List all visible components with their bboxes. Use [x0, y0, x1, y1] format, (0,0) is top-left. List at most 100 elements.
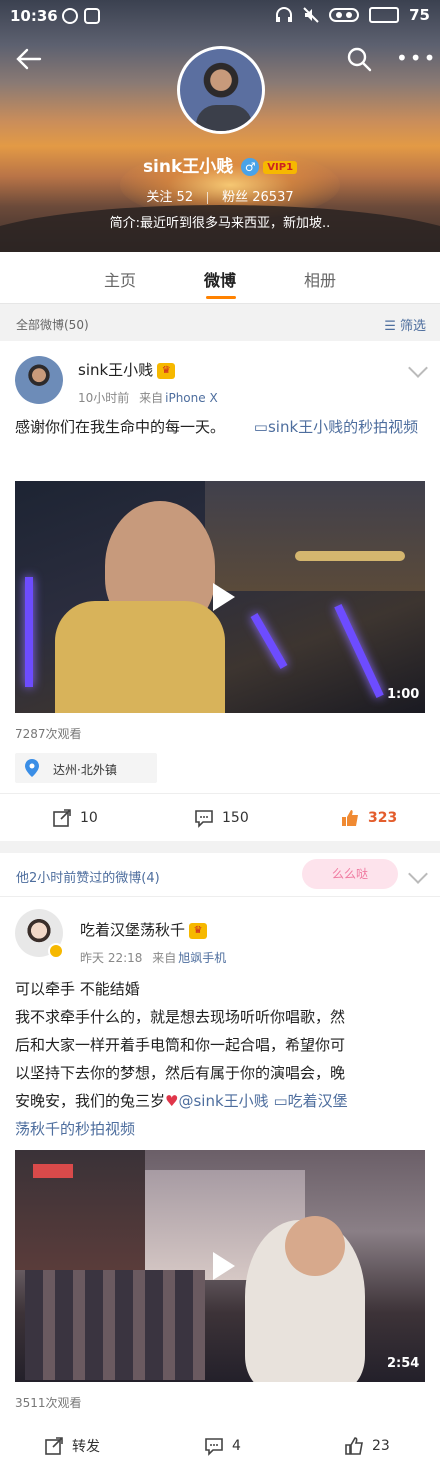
comment-count: 150 [222, 810, 249, 826]
status-right: 75 [275, 6, 430, 24]
chevron-down-icon[interactable] [408, 358, 428, 378]
profile-bio[interactable]: 简介:最近听到很多马来西亚，新加坡.. [0, 212, 440, 231]
status-time: 10:36 [10, 7, 58, 25]
battery-icon [369, 7, 400, 23]
profile-tabs: 主页 微博 相册 [0, 252, 440, 304]
tab-album[interactable]: 相册 [304, 267, 336, 291]
following-count: 52 [176, 190, 194, 205]
play-icon[interactable] [213, 583, 235, 611]
post-line-text: 安晚安，我们的兔三岁 [15, 1092, 166, 1110]
weibo-status-icon [62, 8, 78, 24]
status-bar: 10:36 75 [0, 0, 440, 32]
repost-icon [45, 1437, 63, 1455]
comment-button[interactable]: 4 [204, 1436, 241, 1456]
post-meta: 10小时前 来自 iPhone X [78, 389, 218, 406]
repost-label: 转发 [72, 1439, 100, 1455]
thumbs-up-icon [345, 1437, 363, 1455]
filter-button[interactable]: ☰ 筛选 [384, 315, 426, 334]
followers-label: 粉丝 [222, 190, 249, 205]
video-player[interactable]: 1:00 [15, 481, 425, 713]
vip-badge[interactable]: VIP1 [263, 160, 298, 174]
vip-crown-icon: ♛ [157, 362, 176, 379]
view-count: 7287次观看 [15, 727, 82, 741]
notification-status-icon [84, 8, 100, 24]
liked-section-title: 他2小时前赞过的微博(4) [16, 871, 160, 886]
all-posts-label[interactable]: 全部微博(50) [16, 316, 89, 333]
post-line: 我不求牵手什么的，就是想去现场听听你唱歌，然 [15, 1008, 346, 1026]
video-link-label: sink王小贱的秒拍视频 [267, 418, 419, 436]
liked-section-header[interactable]: 他2小时前赞过的微博(4) 么么哒 [0, 853, 440, 897]
post-line: 后和大家一样开着手电筒和你一起合唱，希望你可 [15, 1036, 346, 1054]
glowstick [334, 603, 384, 699]
liked-post-card: 吃着汉堡荡秋千 ♛ 昨天 22:18 来自 旭飒手机 可以牵手 不能结婚 我不求牵手… [0, 897, 440, 1464]
vr-glasses-icon [329, 8, 360, 22]
headphone-icon [276, 7, 293, 22]
thumbs-up-icon [342, 810, 358, 826]
back-arrow-icon[interactable] [14, 44, 44, 74]
filter-label: 筛选 [399, 319, 426, 334]
chevron-down-icon[interactable] [408, 864, 428, 884]
post-text: 感谢你们在我生命中的每一天。 ▭sink王小贱的秒拍视频 [15, 413, 425, 441]
repost-button[interactable]: 转发 [44, 1436, 100, 1456]
post-author-name[interactable]: 吃着汉堡荡秋千 [80, 921, 185, 939]
post-source[interactable]: iPhone X [165, 391, 218, 405]
post-source-prefix: 来自 [139, 391, 164, 405]
vip-crown-icon: ♛ [189, 922, 208, 939]
glowstick [250, 613, 288, 669]
post-meta: 昨天 22:18 来自 旭飒手机 [80, 949, 226, 966]
video-link-continued[interactable]: 荡秋千的秒拍视频 [15, 1115, 425, 1143]
location-pin-icon [25, 759, 39, 777]
following-link[interactable]: 关注 52 [146, 190, 193, 205]
repost-button[interactable]: 10 [52, 808, 98, 828]
post-line: 可以牵手 不能结婚 [15, 980, 140, 998]
post-source-prefix: 来自 [152, 951, 177, 965]
profile-header: 10:36 75 ••• sink王小贱 ♂ VIP1 关注 52 粉丝 26537 … [0, 0, 440, 252]
follow-stats: 关注 52 粉丝 26537 [0, 186, 440, 205]
location-name: 达州·北外镇 [53, 763, 117, 777]
profile-avatar[interactable] [177, 46, 265, 134]
video-crowd [25, 1270, 205, 1380]
post-actions: 10 150 323 [0, 793, 440, 843]
video-duration: 1:00 [387, 687, 420, 702]
post-author-row: 吃着汉堡荡秋千 ♛ [80, 919, 208, 940]
comment-icon [205, 1438, 223, 1456]
like-count: 323 [368, 810, 398, 826]
more-options-icon[interactable]: ••• [396, 48, 437, 68]
post-author-row: sink王小贱 ♛ [78, 359, 176, 380]
video-link-label: 吃着汉堡 [287, 1092, 348, 1110]
post-time: 昨天 22:18 [80, 951, 143, 965]
video-link[interactable]: ▭sink王小贱的秒拍视频 [254, 418, 418, 436]
post-author-avatar[interactable] [15, 356, 63, 404]
active-tab-indicator [206, 296, 236, 299]
like-button[interactable]: 23 [344, 1436, 390, 1456]
like-count: 23 [372, 1438, 390, 1454]
post-actions: 转发 4 23 [0, 1423, 440, 1464]
male-gender-icon: ♂ [241, 158, 260, 176]
store-sign [33, 1164, 73, 1178]
like-button[interactable]: 323 [340, 808, 397, 828]
video-lights [295, 551, 405, 561]
comment-button[interactable]: 150 [194, 808, 249, 828]
mention-link[interactable]: @sink王小贱 [178, 1092, 268, 1110]
glowstick [25, 577, 33, 687]
search-icon[interactable] [346, 46, 372, 72]
video-duration: 2:54 [387, 1356, 420, 1371]
tab-home[interactable]: 主页 [104, 267, 136, 291]
liked-decoration: 么么哒 [302, 859, 398, 889]
tab-weibo[interactable]: 微博 [204, 267, 236, 291]
filter-icon: ☰ [384, 319, 400, 334]
video-link[interactable]: ▭吃着汉堡 [273, 1092, 347, 1110]
post-line: 安晚安，我们的兔三岁♥@sink王小贱 ▭吃着汉堡 [15, 1087, 425, 1115]
comment-count: 4 [232, 1438, 241, 1454]
card-divider [0, 841, 440, 853]
post-author-name[interactable]: sink王小贱 [78, 361, 153, 379]
video-player[interactable]: 2:54 [15, 1150, 425, 1382]
repost-count: 10 [80, 810, 98, 826]
posts-section-bar: 全部微博(50) ☰ 筛选 [0, 305, 440, 341]
post-body: 感谢你们在我生命中的每一天。 [15, 418, 226, 436]
play-icon[interactable] [213, 1252, 235, 1280]
view-count: 3511次观看 [15, 1396, 82, 1410]
location-tag[interactable]: 达州·北外镇 [15, 753, 157, 783]
post-source[interactable]: 旭飒手机 [178, 951, 226, 965]
followers-link[interactable]: 粉丝 26537 [222, 190, 294, 205]
